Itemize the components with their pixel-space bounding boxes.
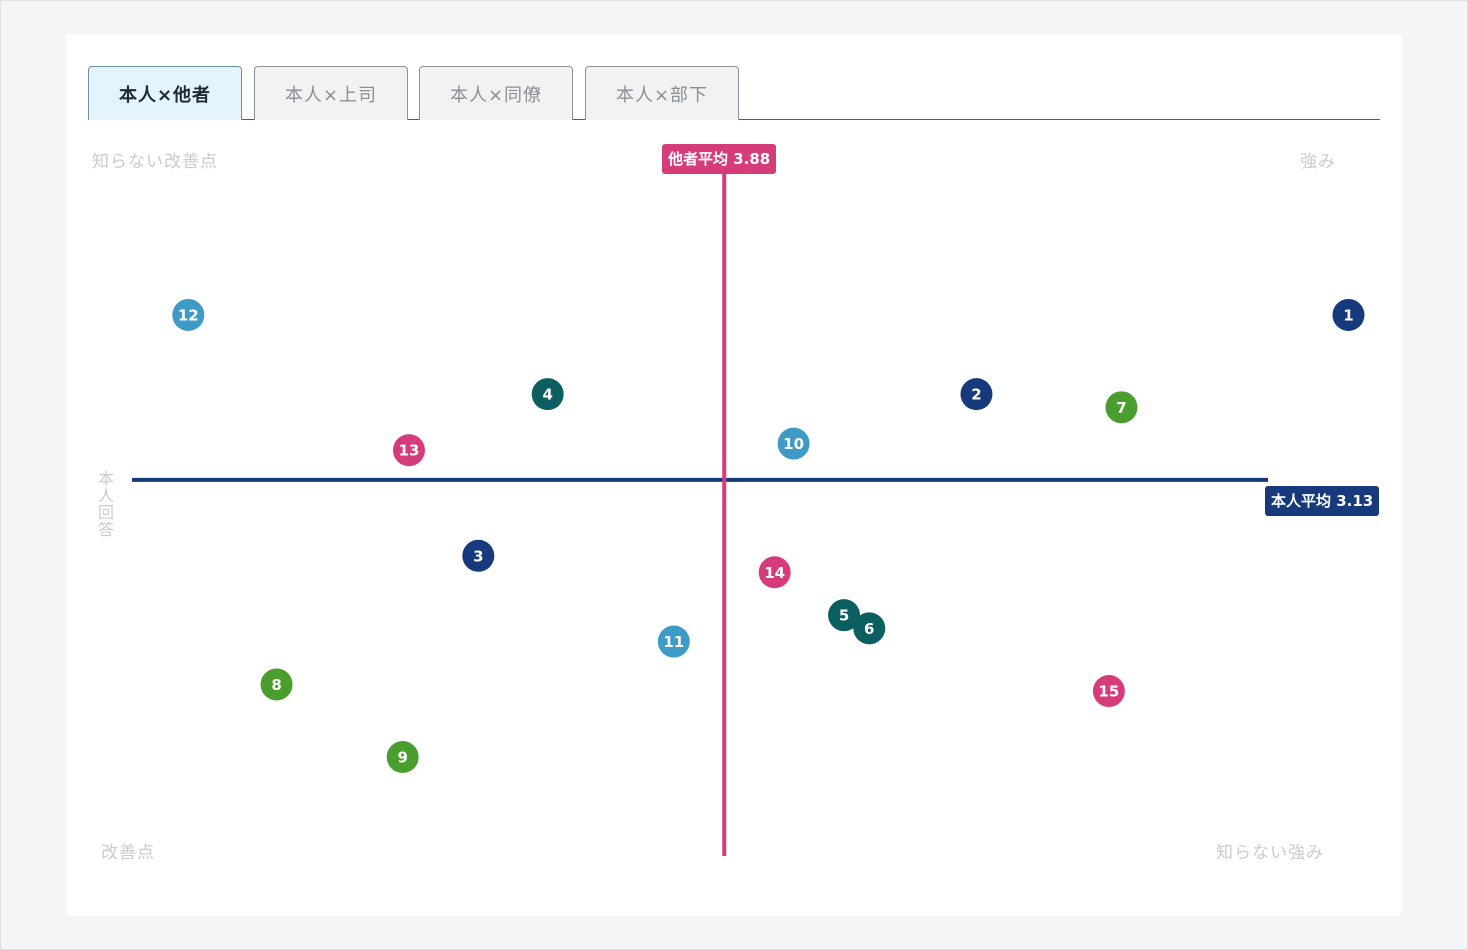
data-point-label: 12	[178, 306, 199, 324]
data-point-6[interactable]: 6	[853, 612, 886, 645]
data-point-label: 10	[783, 435, 804, 453]
data-point-2[interactable]: 2	[960, 378, 993, 411]
data-point-12[interactable]: 12	[172, 298, 205, 331]
data-point-1[interactable]: 1	[1332, 298, 1365, 331]
data-point-label: 13	[399, 442, 420, 460]
data-point-13[interactable]: 13	[392, 434, 425, 467]
data-point-label: 6	[864, 620, 874, 638]
data-point-label: 4	[542, 386, 552, 404]
data-point-9[interactable]: 9	[386, 741, 419, 774]
data-point-label: 5	[839, 607, 849, 625]
data-point-3[interactable]: 3	[462, 539, 495, 572]
data-point-label: 2	[971, 386, 981, 404]
data-point-4[interactable]: 4	[531, 378, 564, 411]
data-point-label: 3	[473, 547, 483, 565]
data-point-label: 14	[764, 564, 785, 582]
data-point-7[interactable]: 7	[1105, 391, 1138, 424]
data-point-10[interactable]: 10	[777, 427, 810, 460]
data-point-15[interactable]: 15	[1092, 675, 1125, 708]
data-point-8[interactable]: 8	[260, 668, 293, 701]
data-point-label: 9	[397, 749, 407, 767]
data-point-14[interactable]: 14	[758, 556, 791, 589]
others-average-badge: 他者平均 3.88	[662, 144, 776, 174]
scatter-chart: 123456789101112131415	[132, 170, 1365, 856]
data-point-label: 8	[271, 676, 281, 694]
data-point-11[interactable]: 11	[657, 625, 690, 658]
data-point-label: 11	[663, 633, 684, 651]
self-average-badge: 本人平均 3.13	[1265, 486, 1379, 516]
data-points: 123456789101112131415	[172, 298, 1365, 774]
data-point-label: 1	[1343, 306, 1353, 324]
data-point-label: 7	[1116, 399, 1126, 417]
data-point-label: 15	[1098, 683, 1119, 701]
